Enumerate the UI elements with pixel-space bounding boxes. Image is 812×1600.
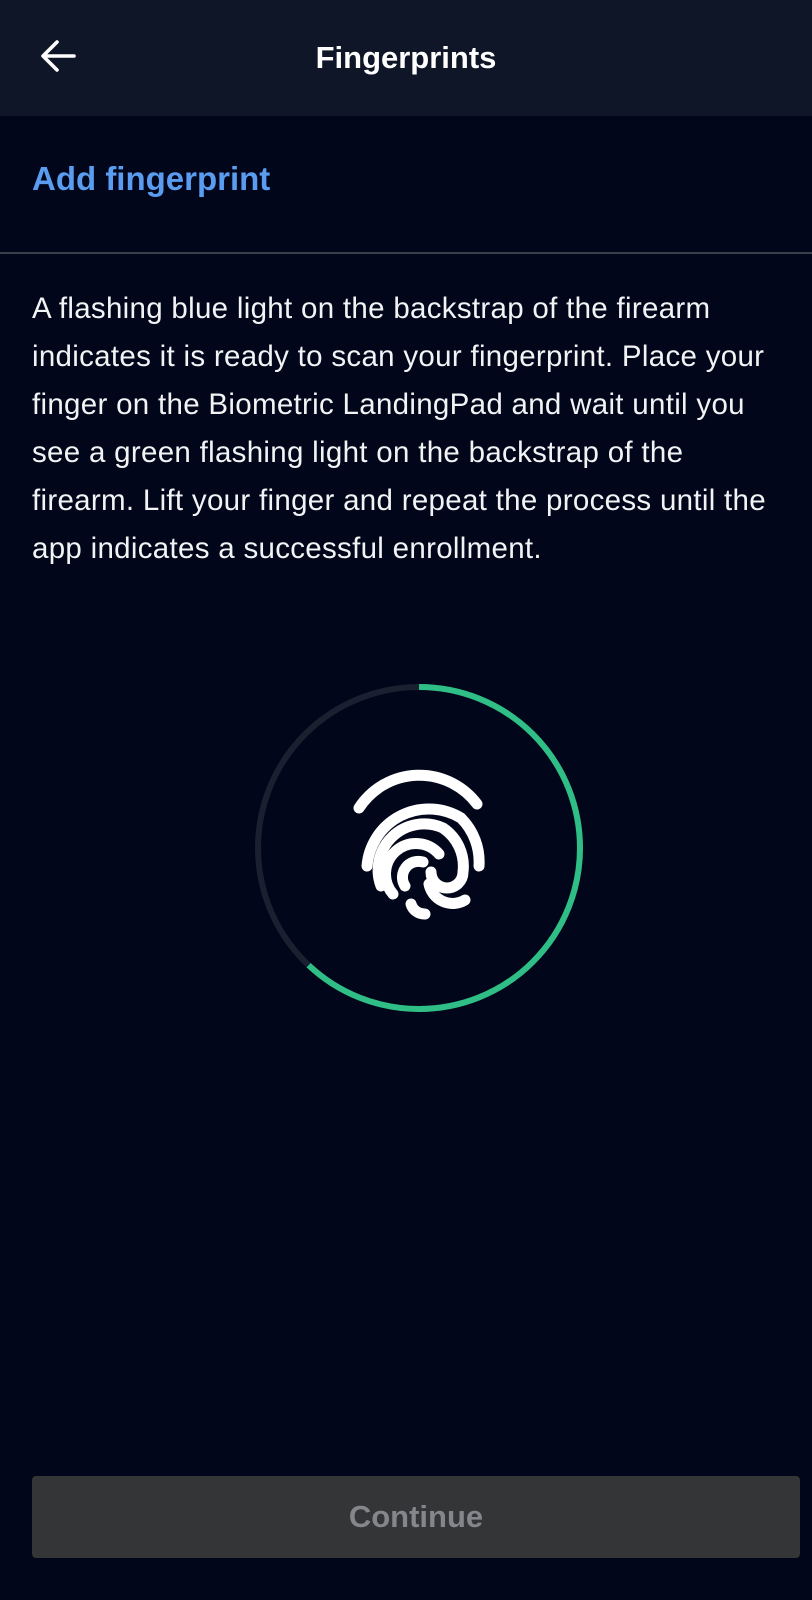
continue-button[interactable]: Continue — [32, 1476, 800, 1558]
instructions-text: A flashing blue light on the backstrap o… — [32, 292, 766, 565]
arrow-left-icon — [38, 36, 78, 81]
back-button[interactable] — [24, 24, 92, 92]
divider — [0, 252, 812, 254]
enrollment-progress-ring — [251, 680, 587, 1016]
top-app-bar: Fingerprints — [0, 0, 812, 116]
section-title: Add fingerprint — [32, 160, 271, 197]
fingerprint-enrollment-screen: Fingerprints Add fingerprint A flashing … — [0, 0, 812, 1600]
page-title: Fingerprints — [315, 40, 497, 75]
fingerprint-icon — [353, 769, 485, 920]
